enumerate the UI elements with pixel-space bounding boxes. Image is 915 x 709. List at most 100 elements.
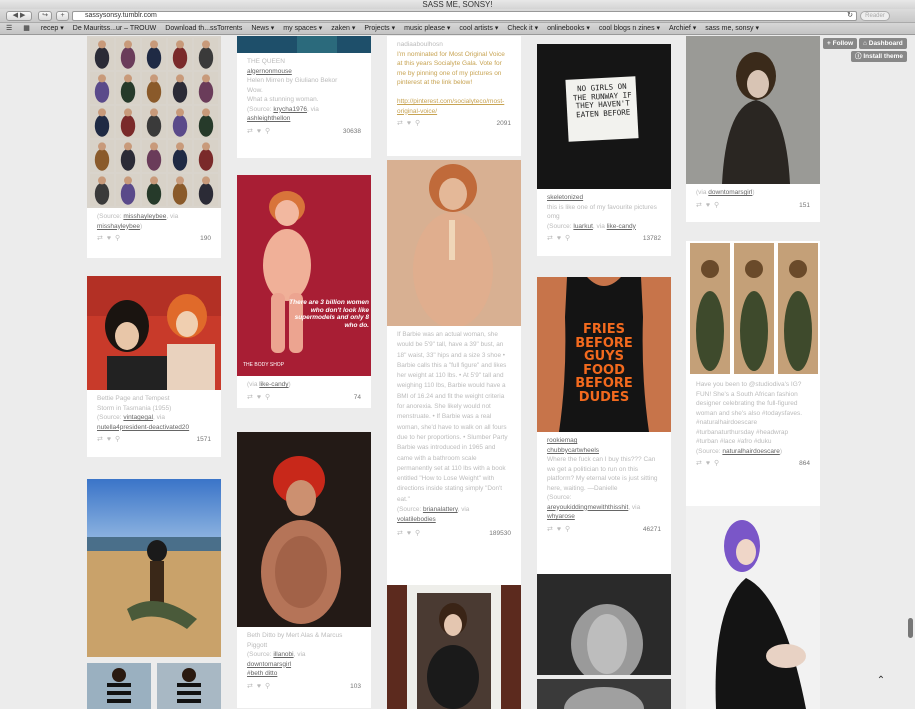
magnify-icon[interactable]: ⚲: [714, 460, 720, 467]
beach-photo[interactable]: [87, 479, 221, 657]
bettie-page-photo[interactable]: [87, 276, 221, 390]
reblog-icon[interactable]: ⇄: [696, 202, 703, 209]
note-count[interactable]: 190: [200, 233, 211, 245]
reblog-icon[interactable]: ⇄: [247, 683, 254, 690]
reblog-icon[interactable]: ⇄: [97, 436, 104, 443]
bookmark-item[interactable]: Check it ▾: [507, 23, 538, 34]
reblog-icon[interactable]: ⇄: [247, 394, 254, 401]
magnify-icon[interactable]: ⚲: [265, 394, 271, 401]
reblog-icon[interactable]: ⇄: [247, 128, 254, 135]
heart-icon[interactable]: ♥: [257, 683, 262, 690]
heart-icon[interactable]: ♥: [407, 530, 412, 537]
magnify-icon[interactable]: ⚲: [714, 202, 720, 209]
author-link[interactable]: algernonmouse: [247, 68, 292, 75]
dashboard-button[interactable]: ⌂ Dashboard: [859, 38, 907, 49]
reload-icon[interactable]: ↻: [847, 12, 853, 20]
source-link[interactable]: misshayleybee: [123, 213, 166, 220]
via-link[interactable]: ashleighthellon: [247, 115, 290, 122]
reblog-icon[interactable]: ⇄: [397, 530, 404, 537]
note-count[interactable]: 151: [799, 200, 810, 212]
bw-back-photo[interactable]: [537, 574, 671, 675]
beth-ditto-photo[interactable]: [237, 432, 371, 627]
heart-icon[interactable]: ♥: [107, 235, 112, 242]
bookmark-item[interactable]: cool artists ▾: [459, 23, 498, 34]
heart-icon[interactable]: ♥: [257, 128, 262, 135]
note-count[interactable]: 189530: [489, 528, 511, 540]
reblog-icon[interactable]: ⇄: [696, 460, 703, 467]
bookmark-item[interactable]: my spaces ▾: [283, 23, 322, 34]
body-shop-ad-image[interactable]: There are 3 billion women who don't look…: [237, 175, 371, 376]
fries-shirt-photo[interactable]: FRIES BEFORE GUYS FOOD BEFORE DUDES: [537, 277, 671, 432]
bookmark-item[interactable]: recep ▾: [41, 23, 64, 34]
adele-photo[interactable]: [686, 36, 820, 184]
note-count[interactable]: 30638: [343, 126, 361, 138]
url-field[interactable]: sassysonsy.tumblr.com ↻: [72, 11, 857, 21]
reader-button[interactable]: Reader: [860, 11, 890, 21]
bookmark-item[interactable]: News ▾: [251, 23, 274, 34]
share-button[interactable]: ↪: [38, 11, 52, 21]
striped-dress-photo[interactable]: [87, 663, 151, 709]
note-count[interactable]: 13782: [643, 233, 661, 245]
author-link[interactable]: rookiemag: [547, 437, 577, 444]
reading-list-icon[interactable]: ☰: [6, 23, 12, 34]
bookmark-item[interactable]: cool blogs n zines ▾: [599, 23, 660, 34]
via-link[interactable]: downtomarsgirl: [708, 189, 752, 196]
magnify-icon[interactable]: ⚲: [265, 128, 271, 135]
install-theme-button[interactable]: ⓘ Install theme: [851, 51, 908, 62]
scroll-top-icon[interactable]: ⌃: [874, 675, 888, 686]
magnify-icon[interactable]: ⚲: [115, 436, 121, 443]
source-link[interactable]: areyoukiddingmewiththisshit: [547, 504, 628, 511]
barbie-body-photo[interactable]: [387, 160, 521, 326]
heart-icon[interactable]: ♥: [557, 235, 562, 242]
note-count[interactable]: 46271: [643, 524, 661, 536]
via-link[interactable]: volatilebodies: [397, 516, 436, 523]
source-link[interactable]: vintagegal: [123, 414, 153, 421]
via-link[interactable]: like-candy: [607, 223, 636, 230]
pinterest-link[interactable]: http://pinterest.com/socialyteco/most-or…: [397, 98, 504, 115]
source-link[interactable]: naturalhairdoescare: [722, 448, 779, 455]
tag-link[interactable]: #beth ditto: [247, 670, 277, 677]
via-link[interactable]: nutella4president-deactivated20: [97, 424, 189, 431]
heart-icon[interactable]: ♥: [557, 526, 562, 533]
back-forward-buttons[interactable]: ◀ ▶: [6, 11, 32, 21]
source-link[interactable]: luarkut: [573, 223, 593, 230]
via-link[interactable]: like-candy: [259, 381, 288, 388]
bookmark-item[interactable]: Archief ▾: [669, 23, 696, 34]
purple-hair-photo[interactable]: [686, 506, 820, 709]
striped-dress-photo[interactable]: [157, 663, 221, 709]
heart-icon[interactable]: ♥: [257, 394, 262, 401]
bookmark-item[interactable]: onlinebooks ▾: [547, 23, 590, 34]
bookmark-item[interactable]: De Mauritss...ur – TROUW: [73, 23, 157, 34]
magnify-icon[interactable]: ⚲: [115, 235, 121, 242]
author-link[interactable]: chubbycartwheels: [547, 447, 599, 454]
forward-icon[interactable]: ▶: [20, 12, 25, 19]
reblog-icon[interactable]: ⇄: [547, 526, 554, 533]
note-count[interactable]: 2091: [497, 118, 511, 130]
via-link[interactable]: misshayleybee: [97, 223, 140, 230]
bookmark-item[interactable]: music please ▾: [404, 23, 450, 34]
source-link[interactable]: krycha1976: [273, 106, 307, 113]
reblog-icon[interactable]: ⇄: [547, 235, 554, 242]
reblog-icon[interactable]: ⇄: [397, 120, 404, 127]
bookmark-item[interactable]: Download th...ssTorrents: [165, 23, 242, 34]
bw-photo[interactable]: [537, 679, 671, 709]
bookmark-item[interactable]: sass me, sonsy ▾: [705, 23, 759, 34]
note-count[interactable]: 864: [799, 458, 810, 470]
source-link[interactable]: illanobi: [273, 651, 293, 658]
heart-icon[interactable]: ♥: [107, 436, 112, 443]
heart-icon[interactable]: ♥: [407, 120, 412, 127]
magnify-icon[interactable]: ⚲: [565, 526, 571, 533]
back-icon[interactable]: ◀: [13, 12, 18, 19]
author-link[interactable]: skeletonized: [547, 194, 583, 201]
via-link[interactable]: whyarose: [547, 513, 575, 520]
source-link[interactable]: brianalattery: [423, 506, 458, 513]
note-count[interactable]: 74: [354, 392, 361, 404]
new-tab-button[interactable]: +: [56, 11, 69, 21]
photo-grid-image[interactable]: [87, 36, 221, 208]
heart-icon[interactable]: ♥: [706, 460, 711, 467]
scrollbar-thumb[interactable]: [908, 618, 913, 638]
reblog-icon[interactable]: ⇄: [97, 235, 104, 242]
bookmark-item[interactable]: zaken ▾: [331, 23, 355, 34]
heart-icon[interactable]: ♥: [706, 202, 711, 209]
top-sites-icon[interactable]: ▦: [23, 23, 30, 34]
